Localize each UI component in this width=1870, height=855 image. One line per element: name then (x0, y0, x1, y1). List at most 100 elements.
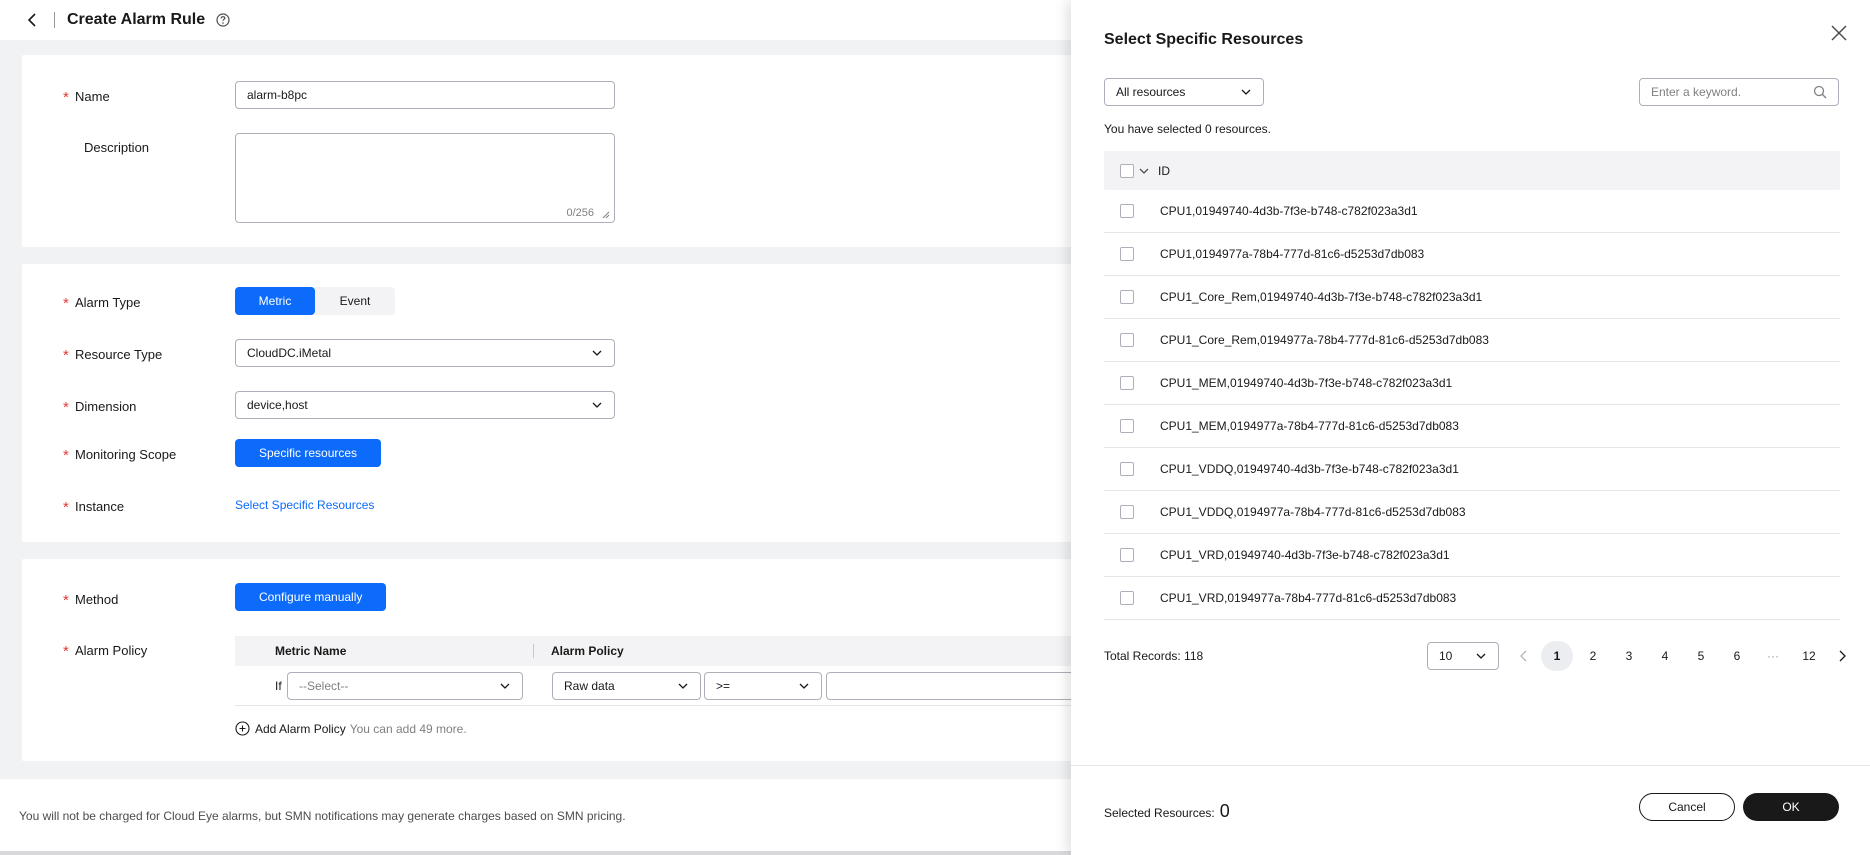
dimension-label: * Dimension (63, 398, 137, 416)
pagination: 10 1 2 3 4 5 6 ··· 12 (1427, 641, 1857, 671)
row-checkbox[interactable] (1120, 290, 1134, 304)
table-row[interactable]: CPU1,01949740-4d3b-7f3e-b748-c782f023a3d… (1104, 190, 1840, 233)
metric-placeholder: --Select-- (299, 679, 349, 693)
row-id: CPU1_VDDQ,01949740-4d3b-7f3e-b748-c782f0… (1160, 462, 1459, 476)
alarm-type-metric-button[interactable]: Metric (235, 287, 315, 315)
keyword-search-input[interactable]: Enter a keyword. (1639, 78, 1839, 106)
resource-filter-select[interactable]: All resources (1104, 78, 1264, 106)
search-icon[interactable] (1813, 85, 1827, 99)
chevron-down-icon (1476, 653, 1486, 659)
page-4[interactable]: 4 (1647, 641, 1683, 671)
column-divider (533, 644, 534, 658)
table-row[interactable]: CPU1_Core_Rem,0194977a-78b4-777d-81c6-d5… (1104, 319, 1840, 362)
dimension-select[interactable]: device,host (235, 391, 615, 419)
page-3[interactable]: 3 (1611, 641, 1647, 671)
row-checkbox[interactable] (1120, 247, 1134, 261)
description-textarea[interactable]: 0/256 (235, 133, 615, 223)
row-checkbox[interactable] (1120, 505, 1134, 519)
table-header: ID (1104, 151, 1840, 190)
row-id: CPU1_Core_Rem,01949740-4d3b-7f3e-b748-c7… (1160, 290, 1483, 304)
page-title: Create Alarm Rule (67, 11, 206, 28)
drawer-footer: Selected Resources: 0 Cancel OK (1071, 765, 1870, 855)
table-row[interactable]: CPU1,0194977a-78b4-777d-81c6-d5253d7db08… (1104, 233, 1840, 276)
page-5[interactable]: 5 (1683, 641, 1719, 671)
cancel-button[interactable]: Cancel (1639, 793, 1735, 821)
prev-page-icon[interactable] (1509, 641, 1539, 671)
instance-label: * Instance (63, 498, 125, 516)
if-label: If (275, 679, 282, 693)
next-page-icon[interactable] (1827, 641, 1857, 671)
page-ellipsis[interactable]: ··· (1755, 641, 1791, 671)
alarm-type-segmented: Metric Event (235, 287, 395, 315)
table-row[interactable]: CPU1_MEM,0194977a-78b4-777d-81c6-d5253d7… (1104, 405, 1840, 448)
row-checkbox[interactable] (1120, 376, 1134, 390)
select-resources-drawer: Select Specific Resources All resources … (1071, 0, 1870, 855)
total-records: Total Records: 118 (1104, 649, 1204, 663)
chevron-down-icon (592, 350, 602, 356)
resource-filter-value: All resources (1116, 85, 1186, 99)
dimension-value: device,host (247, 398, 308, 412)
row-id: CPU1,01949740-4d3b-7f3e-b748-c782f023a3d… (1160, 204, 1418, 218)
charge-notice: You will not be charged for Cloud Eye al… (19, 809, 626, 823)
page-6[interactable]: 6 (1719, 641, 1755, 671)
alarm-type-event-button[interactable]: Event (315, 287, 395, 315)
back-arrow-icon[interactable] (22, 10, 42, 30)
table-row[interactable]: CPU1_VDDQ,0194977a-78b4-777d-81c6-d5253d… (1104, 491, 1840, 534)
row-checkbox[interactable] (1120, 333, 1134, 347)
description-counter: 0/256 (566, 207, 594, 219)
select-specific-resources-link[interactable]: Select Specific Resources (235, 498, 374, 512)
page-1[interactable]: 1 (1541, 641, 1573, 671)
monitoring-scope-label: * Monitoring Scope (63, 446, 177, 464)
resource-type-label: * Resource Type (63, 346, 163, 364)
add-circle-icon (235, 721, 250, 736)
raw-data-value: Raw data (564, 679, 615, 693)
table-row[interactable]: CPU1_VDDQ,01949740-4d3b-7f3e-b748-c782f0… (1104, 448, 1840, 491)
add-alarm-policy-hint: You can add 49 more. (349, 721, 467, 736)
page-12[interactable]: 12 (1791, 641, 1827, 671)
description-label: Description (84, 140, 150, 155)
row-id: CPU1_VDDQ,0194977a-78b4-777d-81c6-d5253d… (1160, 505, 1466, 519)
resize-handle-icon[interactable] (600, 209, 610, 219)
page-size-select[interactable]: 10 (1427, 642, 1499, 670)
col-metric-name: Metric Name (275, 644, 347, 658)
specific-resources-button[interactable]: Specific resources (235, 439, 382, 467)
resources-table: ID CPU1,01949740-4d3b-7f3e-b748-c782f023… (1104, 151, 1840, 620)
row-id: CPU1,0194977a-78b4-777d-81c6-d5253d7db08… (1160, 247, 1425, 261)
row-checkbox[interactable] (1120, 591, 1134, 605)
table-row[interactable]: CPU1_VRD,01949740-4d3b-7f3e-b748-c782f02… (1104, 534, 1840, 577)
chevron-down-icon (678, 683, 688, 689)
row-checkbox[interactable] (1120, 462, 1134, 476)
row-id: CPU1_MEM,01949740-4d3b-7f3e-b748-c782f02… (1160, 376, 1453, 390)
row-checkbox[interactable] (1120, 419, 1134, 433)
selected-resources-count: 0 (1219, 801, 1230, 821)
name-label: * Name (63, 88, 110, 106)
operator-select[interactable]: >= (704, 672, 822, 700)
raw-data-select[interactable]: Raw data (552, 672, 701, 700)
help-icon[interactable] (215, 12, 231, 28)
row-id: CPU1_VRD,0194977a-78b4-777d-81c6-d5253d7… (1160, 591, 1457, 605)
selected-resources-label: Selected Resources: (1104, 806, 1215, 820)
row-checkbox[interactable] (1120, 548, 1134, 562)
method-label: * Method (63, 591, 119, 609)
resource-type-select[interactable]: CloudDC.iMetal (235, 339, 615, 367)
chevron-down-icon[interactable] (1138, 165, 1150, 177)
row-checkbox[interactable] (1120, 204, 1134, 218)
operator-value: >= (716, 679, 731, 693)
col-alarm-policy: Alarm Policy (551, 644, 624, 658)
select-all-checkbox[interactable] (1120, 163, 1134, 178)
table-row[interactable]: CPU1_Core_Rem,01949740-4d3b-7f3e-b748-c7… (1104, 276, 1840, 319)
page-size-value: 10 (1439, 649, 1453, 663)
table-row[interactable]: CPU1_MEM,01949740-4d3b-7f3e-b748-c782f02… (1104, 362, 1840, 405)
configure-manually-button[interactable]: Configure manually (235, 583, 387, 611)
row-id: CPU1_Core_Rem,0194977a-78b4-777d-81c6-d5… (1160, 333, 1489, 347)
close-icon[interactable] (1830, 24, 1848, 42)
search-placeholder: Enter a keyword. (1651, 85, 1742, 99)
add-alarm-policy[interactable]: Add Alarm Policy You can add 49 more. (235, 721, 467, 736)
metric-name-select[interactable]: --Select-- (287, 672, 523, 700)
chevron-down-icon (592, 402, 602, 408)
name-input[interactable]: alarm-b8pc (235, 81, 615, 109)
ok-button[interactable]: OK (1743, 793, 1839, 821)
table-row[interactable]: CPU1_VRD,0194977a-78b4-777d-81c6-d5253d7… (1104, 577, 1840, 620)
page-2[interactable]: 2 (1575, 641, 1611, 671)
col-id: ID (1158, 163, 1170, 178)
